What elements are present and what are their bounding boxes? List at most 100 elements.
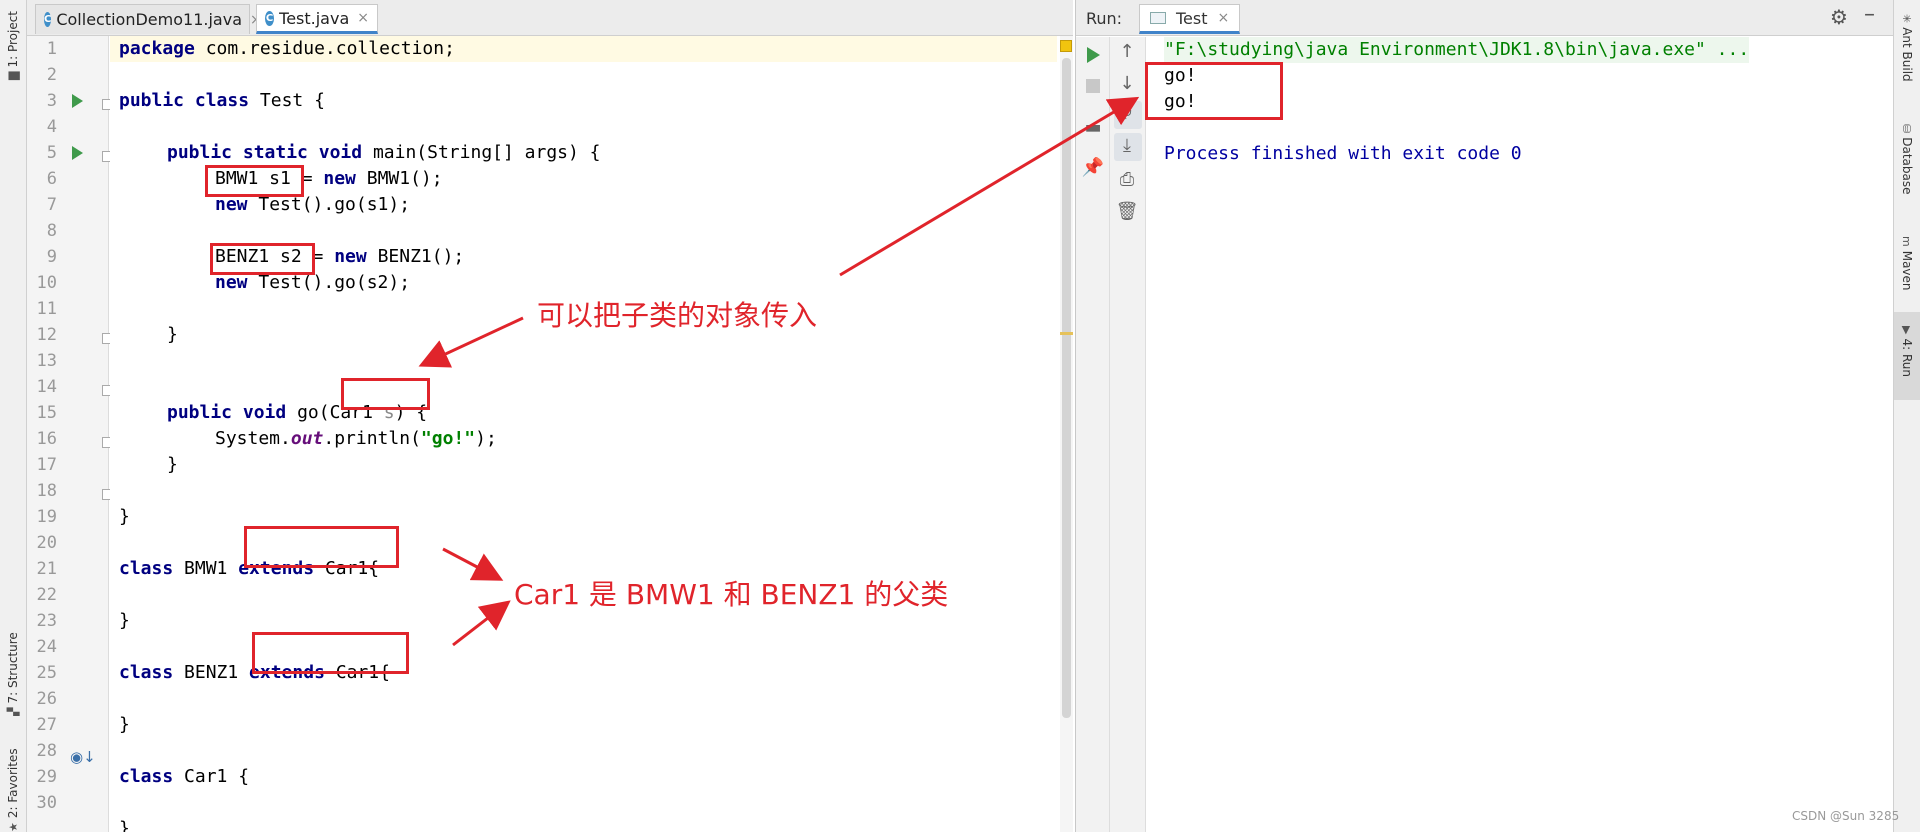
folder-icon: ▇ <box>7 71 20 80</box>
tab-label: CollectionDemo11.java <box>56 10 242 29</box>
line-number: 14 <box>36 377 57 397</box>
print-icon[interactable]: ⎙ <box>1110 169 1144 190</box>
console-icon <box>1150 12 1166 24</box>
rerun-icon[interactable] <box>1087 47 1100 63</box>
editor-gutter: 1 2 3 4 5 6 7 8 9 10 11 12 13 14 15 16 1… <box>27 36 113 832</box>
line-number: 10 <box>36 273 57 293</box>
soft-wrap-icon[interactable]: ⤶ <box>1110 103 1144 124</box>
console-command-line: "F:\studying\java Environment\JDK1.8\bin… <box>1164 37 1750 63</box>
favorites-tool-button[interactable]: ★2: Favorites <box>6 748 20 832</box>
line-number: 25 <box>36 663 57 683</box>
close-icon[interactable]: × <box>357 10 369 26</box>
line-number: 7 <box>46 195 57 215</box>
line-number: 19 <box>36 507 57 527</box>
annotation-box-car1-param <box>341 378 430 410</box>
console-exit-line: Process finished with exit code 0 <box>1164 143 1522 164</box>
line-number: 23 <box>36 611 57 631</box>
trash-icon[interactable]: 🗑 <box>1110 201 1144 222</box>
code-line: public static void main(String[] args) { <box>167 142 601 163</box>
left-tool-strip: ▇1: Project ▞7: Structure ★2: Favorites <box>0 0 27 832</box>
annotation-box-console-output <box>1145 62 1283 120</box>
java-class-icon: C <box>44 12 52 27</box>
stop-icon[interactable] <box>1086 79 1100 93</box>
minimize-icon[interactable]: – <box>1864 2 1875 27</box>
inspection-status-icon[interactable] <box>1060 40 1072 52</box>
right-tool-strip: ✳Ant Build ⛁Database mMaven ▶4: Run <box>1893 0 1920 832</box>
code-line: class Car1 { <box>119 766 250 787</box>
code-line: System.out.println("go!"); <box>215 428 497 449</box>
run-header: Run: Test × ⚙ – <box>1076 0 1894 36</box>
run-tool-window: Run: Test × ⚙ – ▬ 📌 ↑ ↓ ⤶ ⤓ ⎙ 🗑 "F:\stud… <box>1075 0 1894 832</box>
line-number: 27 <box>36 715 57 735</box>
error-stripe-mark[interactable] <box>1060 332 1073 335</box>
star-icon: ★ <box>7 822 20 832</box>
line-number: 24 <box>36 637 57 657</box>
run-config-tab[interactable]: Test × <box>1139 4 1241 34</box>
run-class-gutter-icon[interactable] <box>72 94 83 108</box>
line-number: 20 <box>36 533 57 553</box>
line-number: 21 <box>36 559 57 579</box>
code-line: } <box>119 714 130 735</box>
code-editor[interactable]: package com.residue.collection; public c… <box>110 36 1057 832</box>
editor-tab-bar: C CollectionDemo11.java × C Test.java × <box>27 0 1073 36</box>
database-tool-button[interactable]: ⛁Database <box>1900 124 1914 194</box>
restore-layout-icon[interactable]: ▬ <box>1076 117 1110 138</box>
scroll-to-end-icon[interactable]: ⤓ <box>1110 135 1144 156</box>
annotation-box-benz1-s2 <box>210 243 315 275</box>
scroll-thumb[interactable] <box>1062 58 1071 718</box>
watermark: CSDN @Sun 3285 <box>1792 809 1900 823</box>
annotation-box-bmw1-extends <box>244 526 399 568</box>
maven-icon: m <box>1900 236 1913 247</box>
line-number: 4 <box>46 117 57 137</box>
annotation-box-bmw1-s1 <box>205 165 304 197</box>
run-tab-label: Test <box>1176 8 1208 28</box>
line-number: 18 <box>36 481 57 501</box>
structure-icon: ▞ <box>7 707 20 716</box>
line-number: 11 <box>36 299 57 319</box>
code-line: } <box>167 324 178 345</box>
line-number: 9 <box>46 247 57 267</box>
tab-collectiondemo11[interactable]: C CollectionDemo11.java × <box>35 4 262 34</box>
run-window-label: Run: <box>1086 9 1123 28</box>
line-number: 5 <box>46 143 57 163</box>
tab-test-java[interactable]: C Test.java × <box>256 4 378 34</box>
code-line: } <box>119 610 130 631</box>
code-line: package com.residue.collection; <box>119 38 455 59</box>
implemented-by-icon[interactable]: ◉↓ <box>70 748 96 766</box>
annotation-subclass-note: 可以把子类的对象传入 <box>537 299 818 332</box>
play-icon: ▶ <box>1900 326 1913 335</box>
run-main-gutter-icon[interactable] <box>72 146 83 160</box>
code-line: } <box>119 818 130 832</box>
line-number: 13 <box>36 351 57 371</box>
pin-icon[interactable]: 📌 <box>1076 157 1110 178</box>
gear-icon[interactable]: ⚙ <box>1830 5 1848 29</box>
run-tool-button[interactable]: ▶4: Run <box>1900 326 1914 377</box>
editor-scrollbar[interactable] <box>1060 36 1073 832</box>
structure-tool-button[interactable]: ▞7: Structure <box>6 632 20 716</box>
console-output[interactable]: "F:\studying\java Environment\JDK1.8\bin… <box>1147 37 1894 832</box>
maven-tool-button[interactable]: mMaven <box>1900 236 1914 291</box>
line-number: 1 <box>46 39 57 59</box>
run-toolbar-secondary: ↑ ↓ ⤶ ⤓ ⎙ 🗑 <box>1110 37 1146 832</box>
line-number: 17 <box>36 455 57 475</box>
line-number: 15 <box>36 403 57 423</box>
line-number: 28 <box>36 741 57 761</box>
line-number: 26 <box>36 689 57 709</box>
line-number: 3 <box>46 91 57 111</box>
line-number: 12 <box>36 325 57 345</box>
line-number: 29 <box>36 767 57 787</box>
code-line: public class Test { <box>119 90 325 111</box>
line-number: 2 <box>46 65 57 85</box>
tab-label: Test.java <box>279 8 350 28</box>
line-number: 30 <box>36 793 57 813</box>
database-icon: ⛁ <box>1900 124 1913 134</box>
close-icon[interactable]: × <box>1218 10 1230 26</box>
line-number: 8 <box>46 221 57 241</box>
ant-icon: ✳ <box>1900 14 1913 24</box>
ant-build-tool-button[interactable]: ✳Ant Build <box>1900 14 1914 82</box>
down-arrow-icon[interactable]: ↓ <box>1110 73 1144 94</box>
up-arrow-icon[interactable]: ↑ <box>1110 41 1144 62</box>
java-class-icon: C <box>265 10 275 26</box>
project-tool-button[interactable]: ▇1: Project <box>6 11 20 80</box>
line-number: 22 <box>36 585 57 605</box>
